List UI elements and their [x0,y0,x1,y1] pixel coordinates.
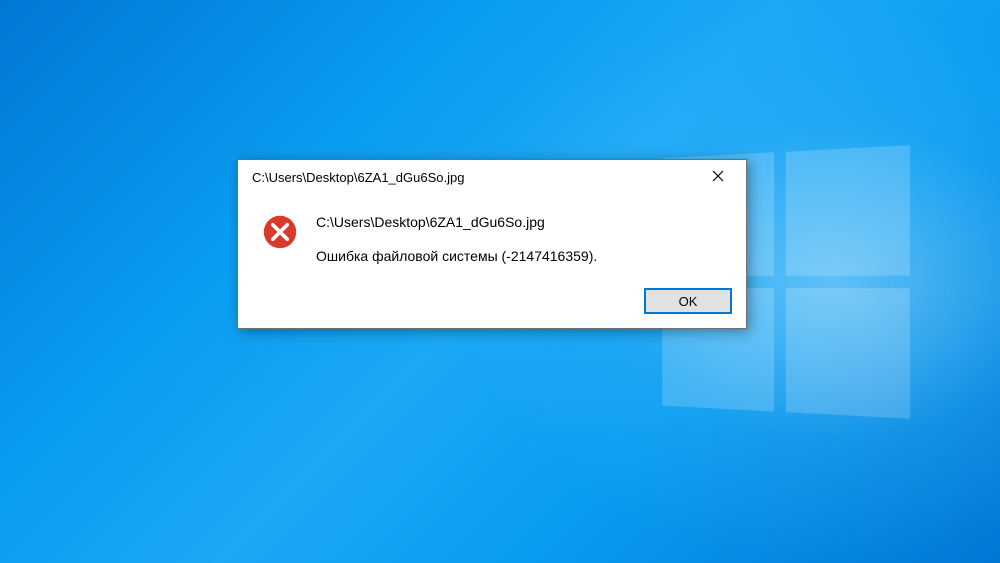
dialog-titlebar[interactable]: C:\Users\Desktop\6ZA1_dGu6So.jpg [238,160,746,194]
ok-button[interactable]: OK [644,288,732,314]
dialog-footer: OK [238,278,746,328]
close-icon [712,170,724,185]
dialog-content: C:\Users\Desktop\6ZA1_dGu6So.jpg Ошибка … [316,212,726,264]
logo-pane [786,288,910,419]
dialog-body: C:\Users\Desktop\6ZA1_dGu6So.jpg Ошибка … [238,194,746,278]
error-dialog: C:\Users\Desktop\6ZA1_dGu6So.jpg [237,159,747,329]
desktop-background: C:\Users\Desktop\6ZA1_dGu6So.jpg [0,0,1000,563]
error-icon [262,214,298,250]
logo-pane [786,145,910,276]
dialog-title: C:\Users\Desktop\6ZA1_dGu6So.jpg [252,170,464,185]
dialog-message: Ошибка файловой системы (-2147416359). [316,248,726,264]
dialog-heading: C:\Users\Desktop\6ZA1_dGu6So.jpg [316,214,726,230]
close-button[interactable] [698,163,738,191]
